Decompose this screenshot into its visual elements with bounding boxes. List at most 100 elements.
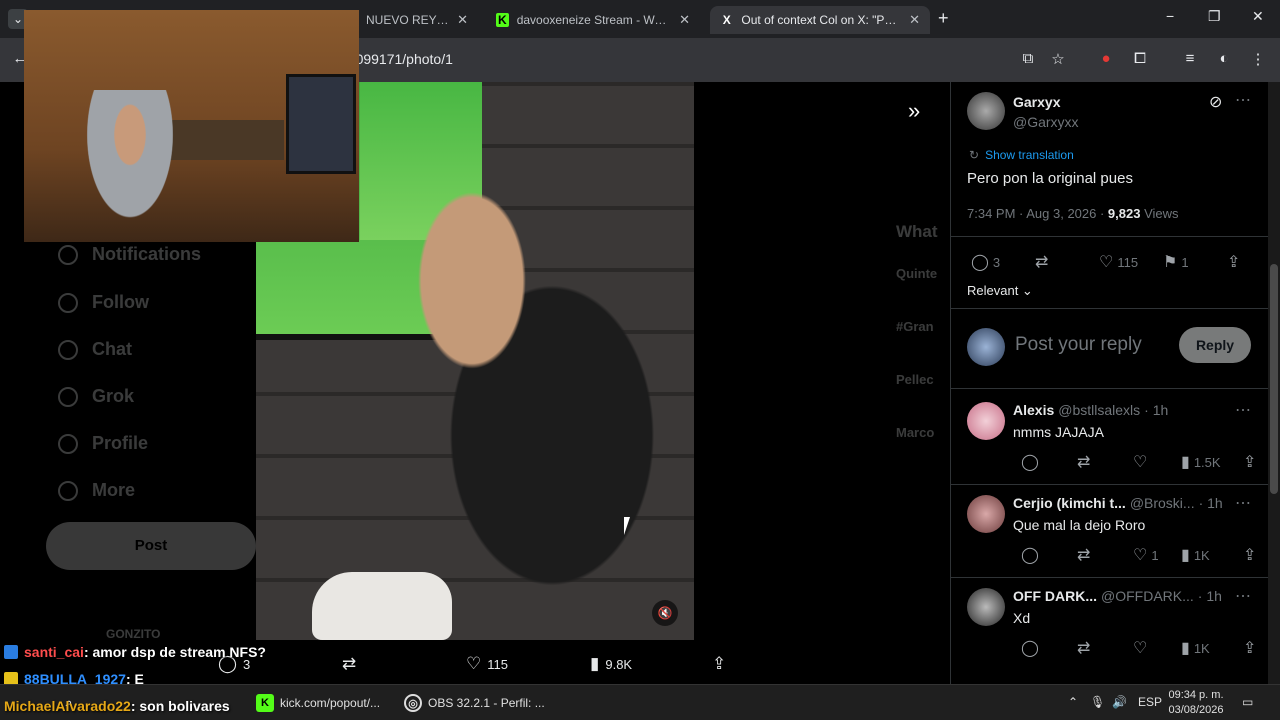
views-chart-icon: ▮ <box>1181 547 1190 564</box>
reply-author-name[interactable]: Alexis <box>1013 402 1054 418</box>
nav-more[interactable]: More <box>58 480 135 501</box>
taskbar-obs[interactable]: ◎ OBS 32.2.1 - Perfil: ... <box>404 691 545 715</box>
reply-share-button[interactable]: ⇪ <box>1243 545 1256 565</box>
reply-reply-button[interactable]: ◯ <box>1021 452 1039 472</box>
reply-share-button[interactable]: ⇪ <box>1243 638 1256 658</box>
nav-profile[interactable]: Profile <box>58 433 148 454</box>
reply-input[interactable]: Post your reply <box>1015 334 1142 356</box>
reply-time[interactable]: · 1h <box>1199 495 1223 511</box>
reply-repost-button[interactable]: ⇄ <box>1077 638 1090 658</box>
reply-repost-button[interactable]: ⇄ <box>1077 452 1090 472</box>
extension-record-icon[interactable]: ● <box>1096 50 1116 70</box>
reply-item[interactable]: OFF DARK... @OFFDARK... · 1h ⋯ Xd ◯ ⇄ ♡ ▮ 1… <box>951 578 1269 670</box>
media-controls-icon[interactable]: ≡ <box>1180 50 1200 70</box>
tweet-repost-button[interactable]: ⇄ <box>1035 252 1048 272</box>
tab-kick-stream[interactable]: K davooxeneize Stream - Watch L ✕ <box>486 6 700 34</box>
mute-icon[interactable]: 🔇 <box>652 600 678 626</box>
sort-replies-dropdown[interactable]: Relevant ⌄ <box>967 283 1033 299</box>
reply-author-name[interactable]: Cerjio (kimchi t... <box>1013 495 1126 511</box>
reply-header: Alexis @bstllsalexls · 1h <box>1013 402 1249 418</box>
tray-overflow-icon[interactable]: ⌃ <box>1068 695 1078 709</box>
language-indicator[interactable]: ESP <box>1138 695 1162 709</box>
tweet-share-button[interactable]: ⇪ <box>1227 252 1240 272</box>
author-avatar[interactable] <box>967 92 1005 130</box>
photo-views-button[interactable]: ▮ 9.8K <box>590 654 632 674</box>
microphone-icon[interactable]: 🎙 <box>1090 695 1105 709</box>
reply-button[interactable]: Reply <box>1179 327 1251 363</box>
reply-avatar[interactable] <box>967 402 1005 440</box>
tab-x-post[interactable]: X Out of context Col on X: "Pero I ✕ <box>710 6 930 34</box>
scrollbar-thumb[interactable] <box>1270 264 1278 494</box>
reply-time[interactable]: · 1h <box>1144 402 1168 418</box>
heart-icon: ♡ <box>466 654 482 673</box>
reply-avatar[interactable] <box>967 495 1005 533</box>
reply-reply-button[interactable]: ◯ <box>1021 545 1039 565</box>
tweet-like-button[interactable]: ♡ 115 <box>1099 252 1138 272</box>
reply-views-button[interactable]: ▮ 1K <box>1181 638 1210 658</box>
reply-time[interactable]: · 1h <box>1198 588 1222 604</box>
dim-user-name: GONZITO <box>106 627 161 641</box>
nav-chat[interactable]: Chat <box>58 339 132 360</box>
post-button[interactable]: Post <box>46 522 256 570</box>
volume-icon[interactable]: 🔊 <box>1112 695 1127 709</box>
profile-avatar-icon[interactable]: ◐ <box>1214 50 1234 70</box>
tab-close-icon[interactable]: ✕ <box>457 12 468 28</box>
reply-views-button[interactable]: ▮ 1.5K <box>1181 452 1221 472</box>
reply-icon: ◯ <box>1021 640 1039 657</box>
reply-share-button[interactable]: ⇪ <box>1243 452 1256 472</box>
maximize-button[interactable]: ❐ <box>1208 8 1221 25</box>
more-options-icon[interactable]: ⋯ <box>1235 586 1251 606</box>
reply-repost-button[interactable]: ⇄ <box>1077 545 1090 565</box>
author-handle[interactable]: @Garxyxx <box>1013 114 1079 130</box>
reply-count: 3 <box>992 254 1001 270</box>
tweet-bookmark-button[interactable]: ⚑ 1 <box>1163 252 1189 272</box>
reply-avatar[interactable] <box>967 588 1005 626</box>
tab-close-icon[interactable]: ✕ <box>679 12 690 28</box>
photo-repost-button[interactable]: ⇄ <box>342 654 356 674</box>
tweet-reply-button[interactable]: ◯ 3 <box>971 252 1000 272</box>
new-tab-button[interactable]: + <box>938 8 949 29</box>
nav-notifications[interactable]: Notifications <box>58 244 201 265</box>
tab-nuevo-rey[interactable]: NUEVO REY DE C ✕ <box>356 6 478 34</box>
like-count: 115 <box>1117 254 1139 270</box>
nav-follow[interactable]: Follow <box>58 292 149 313</box>
reply-author-handle[interactable]: @Broski... <box>1130 495 1195 511</box>
bookmark-star-icon[interactable]: ☆ <box>1048 50 1068 70</box>
photo-like-button[interactable]: ♡ 115 <box>466 654 508 674</box>
notifications-icon[interactable]: ▭ <box>1242 695 1253 709</box>
more-options-icon[interactable]: ⋯ <box>1235 90 1251 110</box>
reply-author-handle[interactable]: @OFFDARK... <box>1101 588 1194 604</box>
author-name[interactable]: Garxyx <box>1013 94 1060 110</box>
nav-grok[interactable]: Grok <box>58 386 134 407</box>
page-scrollbar[interactable] <box>1268 82 1280 684</box>
reply-like-button[interactable]: ♡ <box>1133 638 1151 658</box>
tweet-timestamp[interactable]: 7:34 PM · Aug 3, 2026 · <box>967 206 1108 221</box>
reply-author-handle[interactable]: @bstllsalexls <box>1058 402 1140 418</box>
browser-menu-icon[interactable]: ⋮ <box>1248 50 1268 70</box>
reply-like-button[interactable]: ♡ 1 <box>1133 545 1159 565</box>
like-count: 115 <box>487 656 508 672</box>
reply-like-button[interactable]: ♡ <box>1133 452 1151 472</box>
tab-close-icon[interactable]: ✕ <box>909 12 920 28</box>
install-app-icon[interactable]: ⧉ <box>1018 50 1038 70</box>
more-options-icon[interactable]: ⋯ <box>1235 493 1251 513</box>
more-options-icon[interactable]: ⋯ <box>1235 400 1251 420</box>
show-translation-link[interactable]: ↻ Show translation <box>969 148 1074 162</box>
reply-author-name[interactable]: OFF DARK... <box>1013 588 1097 604</box>
minimize-button[interactable]: − <box>1166 8 1174 24</box>
divider <box>951 308 1269 309</box>
reply-reply-button[interactable]: ◯ <box>1021 638 1039 658</box>
obs-icon: ◎ <box>404 694 422 712</box>
taskbar-kick-popout[interactable]: Kkick.com/popout/... <box>256 691 380 715</box>
repost-icon: ⇄ <box>1077 640 1091 657</box>
photo-share-button[interactable]: ⇪ <box>712 654 726 674</box>
url-field[interactable]: 54099171/photo/1 <box>340 44 1000 74</box>
extensions-puzzle-icon[interactable]: ⧠ <box>1130 50 1150 70</box>
close-window-button[interactable]: ✕ <box>1252 8 1264 25</box>
taskbar-clock[interactable]: 09:34 p. m. 03/08/2026 <box>1166 688 1226 718</box>
reply-item[interactable]: Cerjio (kimchi t... @Broski... · 1h ⋯ Que … <box>951 485 1269 577</box>
reply-views-button[interactable]: ▮ 1K <box>1181 545 1210 565</box>
grok-explain-icon[interactable]: ⊘ <box>1209 92 1222 112</box>
reply-item[interactable]: Alexis @bstllsalexls · 1h ⋯ nmms JAJAJA ◯ … <box>951 392 1269 484</box>
expand-panel-icon[interactable]: » <box>908 98 920 124</box>
